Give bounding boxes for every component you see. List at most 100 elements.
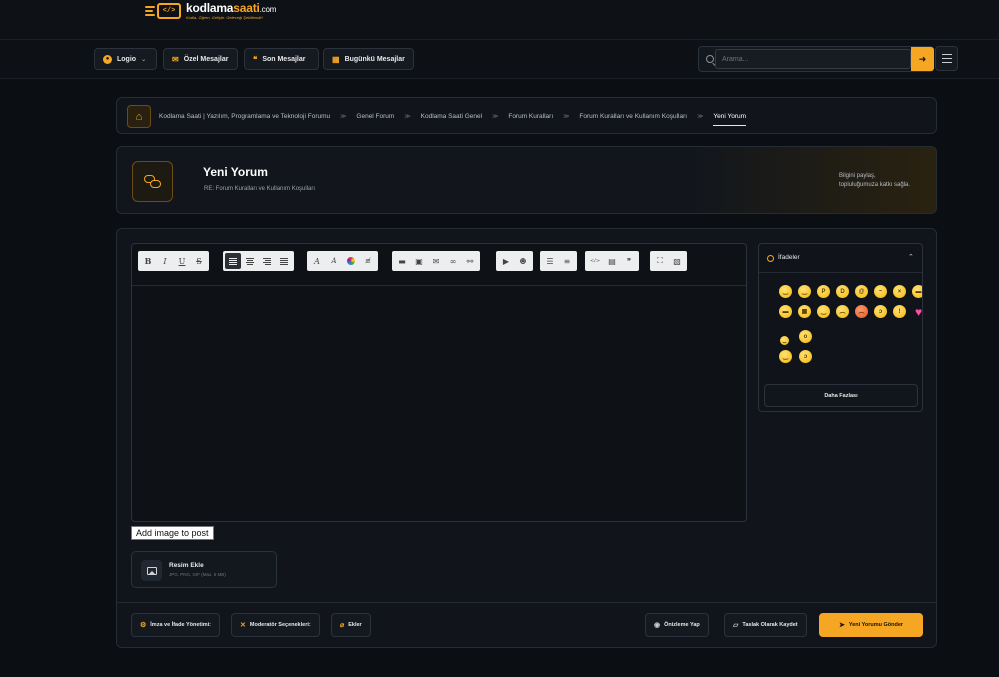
sunglasses-emoji-icon[interactable]: ▬ xyxy=(912,285,922,298)
clear-format-icon: ≢ xyxy=(365,257,371,265)
video-button[interactable]: ▶ xyxy=(498,253,514,269)
crazy-emoji-icon[interactable]: × xyxy=(893,285,906,298)
strikethrough-button[interactable]: S xyxy=(191,253,207,269)
advanced-search-button[interactable] xyxy=(935,46,958,71)
page-subtitle: RE: Forum Kuralları ve Kullanım Koşullar… xyxy=(204,186,316,192)
sad-emoji-icon[interactable]: ︵ xyxy=(836,305,849,318)
breadcrumb-item[interactable]: Kodlama Saati Genel xyxy=(421,113,482,120)
main-navbar: ● Logio ⌄ ✉ Özel Mesajlar ❝ Son Mesajlar… xyxy=(0,40,999,79)
php-icon: ▤ xyxy=(608,256,616,266)
maximize-button[interactable]: ⛶ xyxy=(652,253,668,269)
quote-button[interactable]: ❞ xyxy=(621,253,637,269)
shy-emoji-icon[interactable]: ɔ xyxy=(874,305,887,318)
bullet-list-button[interactable]: ☰ xyxy=(542,253,558,269)
breadcrumb-item[interactable]: Genel Forum xyxy=(356,113,394,120)
align-center-button[interactable] xyxy=(242,253,258,269)
exclamation-emoji-icon[interactable]: ! xyxy=(893,305,906,318)
preview-button[interactable]: ◉ Önizleme Yap xyxy=(645,613,709,637)
reply-form: B I U S A A ≢ ▬ ▣ ✉ ∞ ⚯ ▶ ☻ ☰ ≡ </> ▤ ❞ … xyxy=(116,228,937,648)
breadcrumb-item[interactable]: Forum Kuralları xyxy=(508,113,553,120)
more-emojis-button[interactable]: Daha Fazlası xyxy=(764,384,918,407)
align-left-icon xyxy=(229,257,237,265)
signature-options-label: İmza ve İfade Yönetimi: xyxy=(150,622,212,628)
site-logo[interactable]: </> kodlamasaati.com Kodla, Öğren, Geliş… xyxy=(145,0,276,22)
font-button[interactable]: A xyxy=(309,253,325,269)
cool-emoji-icon[interactable]: ▬ xyxy=(779,305,792,318)
search-input[interactable] xyxy=(715,49,911,69)
horizontal-rule-button[interactable]: ▬ xyxy=(394,253,410,269)
moderator-options-label: Moderatör Seçenekleri: xyxy=(249,622,311,628)
latest-posts-label: Son Mesajlar xyxy=(262,55,306,63)
confused-emoji-icon[interactable]: ~ xyxy=(874,285,887,298)
today-posts-button[interactable]: ▦ Bugünkü Mesajlar xyxy=(323,48,414,70)
signature-options-button[interactable]: ⚙ İmza ve İfade Yönetimi: xyxy=(131,613,221,637)
latest-posts-button[interactable]: ❝ Son Mesajlar xyxy=(244,48,319,70)
smirk-emoji-icon[interactable]: ɔ xyxy=(799,350,812,363)
font-size-button[interactable]: A xyxy=(326,253,342,269)
link-icon: ∞ xyxy=(449,256,457,266)
tagline-line: topluluğumuza katkı sağla. xyxy=(839,182,911,188)
source-mode-icon: ▧ xyxy=(673,256,681,266)
code-button[interactable]: </> xyxy=(587,253,603,269)
angry-emoji-icon[interactable]: ︵ xyxy=(855,305,868,318)
chevron-up-icon[interactable]: ⌃ xyxy=(908,253,914,261)
chevron-down-icon: ⌄ xyxy=(141,56,147,63)
heart-emoji-icon[interactable]: ♥ xyxy=(912,305,922,318)
remove-format-button[interactable]: ≢ xyxy=(360,253,376,269)
breadcrumb-item[interactable]: Kodlama Saati | Yazılım, Programlama ve … xyxy=(159,113,330,120)
attachments-label: Ekler xyxy=(348,622,362,628)
horizontal-rule-icon: ▬ xyxy=(398,256,406,266)
save-draft-button[interactable]: ▱ Taslak Olarak Kaydet xyxy=(724,613,807,637)
surprised-emoji-icon[interactable]: o xyxy=(799,330,812,343)
user-menu-button[interactable]: ● Logio ⌄ xyxy=(94,48,157,70)
italic-button[interactable]: I xyxy=(157,253,173,269)
code-icon: </> xyxy=(589,258,601,264)
smile-emoji-icon[interactable]: ‿ xyxy=(779,285,792,298)
email-icon: ✉ xyxy=(432,256,440,266)
happy-emoji-icon[interactable]: ‿ xyxy=(817,305,830,318)
link-button[interactable]: ∞ xyxy=(445,253,461,269)
post-editor: B I U S A A ≢ ▬ ▣ ✉ ∞ ⚯ ▶ ☻ ☰ ≡ </> ▤ ❞ … xyxy=(131,243,747,522)
wink-emoji-icon[interactable]: ‿ xyxy=(798,285,811,298)
add-image-title: Resim Ekle xyxy=(169,562,204,569)
attachments-button[interactable]: ⌀ Ekler xyxy=(331,613,371,637)
numbered-list-button[interactable]: ≡ xyxy=(559,253,575,269)
laugh-emoji-icon[interactable]: D xyxy=(836,285,849,298)
emoji-button[interactable]: ☻ xyxy=(515,253,531,269)
breadcrumb: ⌂ Kodlama Saati | Yazılım, Programlama v… xyxy=(116,97,937,134)
dizzy-emoji-icon[interactable]: @ xyxy=(855,285,868,298)
align-left-button[interactable] xyxy=(225,253,241,269)
paperclip-icon: ⌀ xyxy=(340,622,345,629)
color-picker-button[interactable] xyxy=(343,253,359,269)
emoji-panel-header[interactable]: İfadeler ⌃ xyxy=(759,244,922,273)
search-submit-button[interactable]: ➜ xyxy=(911,47,934,71)
moderator-options-button[interactable]: ✕ Moderatör Seçenekleri: xyxy=(231,613,320,637)
search-box: ➜ xyxy=(698,46,934,72)
blush-emoji-icon[interactable]: ‿ xyxy=(779,350,792,363)
underline-button[interactable]: U xyxy=(174,253,190,269)
justify-button[interactable] xyxy=(276,253,292,269)
email-button[interactable]: ✉ xyxy=(428,253,444,269)
smiley-icon xyxy=(767,255,774,262)
home-button[interactable]: ⌂ xyxy=(127,105,151,128)
submit-reply-button[interactable]: ➤ Yeni Yorumu Gönder xyxy=(819,613,923,637)
submit-reply-label: Yeni Yorumu Gönder xyxy=(848,622,904,628)
search-icon xyxy=(706,55,714,63)
envelope-icon: ✉ xyxy=(172,54,179,64)
add-image-button[interactable]: Resim Ekle JPG, PNG, GIF (Max. 5 MB) xyxy=(131,551,277,588)
breadcrumb-item[interactable]: Forum Kuralları ve Kullanım Koşulları xyxy=(579,113,687,120)
toolbar-group-media: ▶ ☻ xyxy=(496,251,533,271)
unlink-button[interactable]: ⚯ xyxy=(462,253,478,269)
tongue-emoji-icon[interactable]: P xyxy=(817,285,830,298)
private-messages-button[interactable]: ✉ Özel Mesajlar xyxy=(163,48,238,70)
image-button[interactable]: ▣ xyxy=(411,253,427,269)
source-mode-button[interactable]: ▧ xyxy=(669,253,685,269)
php-button[interactable]: ▤ xyxy=(604,253,620,269)
message-textarea[interactable] xyxy=(132,286,746,521)
align-right-button[interactable] xyxy=(259,253,275,269)
grin-emoji-icon[interactable]: ▦ xyxy=(798,305,811,318)
breadcrumb-separator-icon: ≫ xyxy=(563,114,570,120)
bold-button[interactable]: B xyxy=(140,253,156,269)
tiny-smile-emoji-icon[interactable]: ‿ xyxy=(780,336,789,345)
justify-icon xyxy=(280,257,288,265)
